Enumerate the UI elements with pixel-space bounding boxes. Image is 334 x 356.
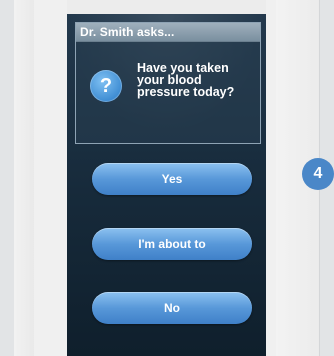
step-number-badge: 4 bbox=[302, 158, 334, 190]
left-margin bbox=[14, 0, 34, 356]
dialog-title: Dr. Smith asks... bbox=[76, 23, 260, 42]
left-gap bbox=[34, 0, 67, 356]
question-text: Have you taken your blood pressure today… bbox=[137, 62, 257, 99]
question-icon: ? bbox=[90, 70, 122, 102]
question-dialog: Dr. Smith asks... ? Have you taken your … bbox=[75, 22, 261, 144]
about-to-button[interactable]: I'm about to bbox=[92, 228, 252, 260]
right-gap bbox=[266, 0, 276, 356]
no-button[interactable]: No bbox=[92, 292, 252, 324]
yes-button[interactable]: Yes bbox=[92, 163, 252, 195]
phone-screen: Dr. Smith asks... ? Have you taken your … bbox=[67, 14, 266, 356]
left-border bbox=[0, 0, 15, 356]
question-line: pressure today? bbox=[137, 85, 235, 99]
